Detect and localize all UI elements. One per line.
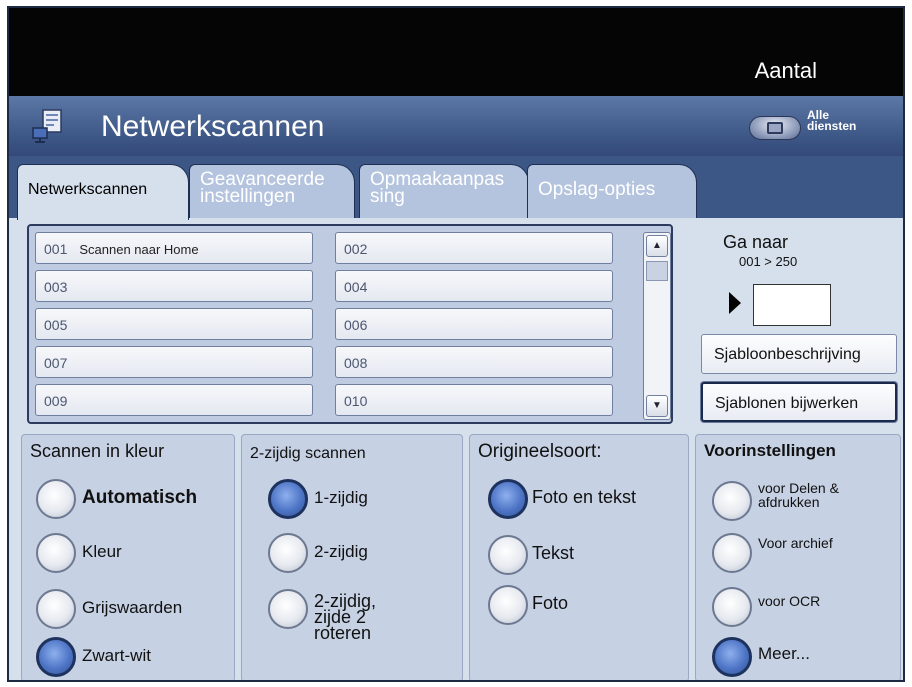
radio-button-icon — [36, 479, 76, 519]
scroll-down-button[interactable]: ▼ — [646, 395, 668, 417]
template-list-scrollbar[interactable]: ▲ ▼ — [643, 232, 671, 420]
arrow-down-icon: ▼ — [652, 400, 662, 411]
goto-range: 001 > 250 — [739, 254, 798, 269]
radio-black-white[interactable]: Zwart-wit — [22, 631, 234, 680]
radio-text[interactable]: Tekst — [470, 529, 688, 581]
pointer-arrow-icon — [729, 292, 741, 314]
radio-automatic[interactable]: Automatisch — [22, 473, 234, 525]
radio-one-sided[interactable]: 1-zijdig — [242, 473, 462, 525]
radio-grayscale[interactable]: Grijswaarden — [22, 583, 234, 635]
radio-photo-and-text[interactable]: Foto en tekst — [470, 473, 688, 525]
presets-title: Voorinstellingen — [704, 441, 836, 460]
title-bar: Netwerkscannen Alle diensten — [9, 96, 903, 156]
scan-screen: Aantal Netwerkscannen Alle diensten Netw… — [7, 6, 905, 682]
tab-filing-options[interactable]: Opslag-opties — [527, 164, 697, 218]
template-item[interactable]: 008 — [335, 346, 613, 378]
color-scanning-title: Scannen in kleur — [30, 441, 165, 461]
template-item[interactable]: 002 — [335, 232, 613, 264]
tab-network-scanning[interactable]: Netwerkscannen — [17, 164, 189, 220]
radio-preset-archive[interactable]: Voor archief — [696, 527, 900, 579]
radio-button-selected-icon — [488, 479, 528, 519]
template-item[interactable]: 005 — [35, 308, 313, 340]
goto-number-field[interactable] — [753, 284, 831, 326]
duplex-scanning-group: 2-zijdig scannen 1-zijdig 2-zijdig 2-zij… — [241, 434, 463, 680]
template-item[interactable]: 004 — [335, 270, 613, 302]
template-item[interactable]: 006 — [335, 308, 613, 340]
radio-button-icon — [268, 589, 308, 629]
radio-two-sided[interactable]: 2-zijdig — [242, 527, 462, 579]
radio-button-icon — [488, 585, 528, 625]
duplex-scanning-title: 2-zijdig scannen — [250, 445, 366, 462]
radio-color[interactable]: Kleur — [22, 527, 234, 579]
radio-photo[interactable]: Foto — [470, 579, 688, 631]
radio-preset-sharing-printing[interactable]: voor Delen & afdrukken — [696, 475, 900, 527]
presets-group: Voorinstellingen voor Delen & afdrukken … — [695, 434, 901, 680]
radio-button-selected-icon — [712, 637, 752, 677]
page-title: Netwerkscannen — [101, 110, 325, 143]
template-item[interactable]: 009 — [35, 384, 313, 416]
tab-layout-adjustment[interactable]: Opmaakaanpas sing — [359, 164, 529, 218]
radio-button-icon — [488, 535, 528, 575]
radio-button-icon — [268, 533, 308, 573]
scrollbar-thumb[interactable] — [646, 261, 668, 281]
original-type-title: Origineelsoort: — [478, 441, 602, 462]
network-scan-icon — [32, 109, 62, 143]
tab-advanced-settings[interactable]: Geavanceerde instellingen — [189, 164, 355, 218]
template-list: 001 Scannen naar Home 002 003 004 005 006… — [27, 224, 673, 424]
all-services-icon — [749, 116, 801, 140]
update-templates-button[interactable]: Sjablonen bijwerken — [701, 382, 897, 422]
all-services-label: Alle diensten — [807, 108, 857, 133]
radio-button-selected-icon — [268, 479, 308, 519]
top-status-bar: Aantal — [9, 8, 903, 96]
template-item[interactable]: 010 — [335, 384, 613, 416]
quantity-label: Aantal — [754, 58, 817, 83]
radio-preset-ocr[interactable]: voor OCR — [696, 581, 900, 633]
radio-button-selected-icon — [36, 637, 76, 677]
all-services-button[interactable]: Alle diensten — [737, 104, 887, 148]
tab-bar: Netwerkscannen Geavanceerde instellingen… — [9, 156, 903, 220]
radio-button-icon — [36, 589, 76, 629]
goto-label: Ga naar — [723, 232, 789, 252]
arrow-up-icon: ▲ — [652, 240, 662, 251]
original-type-group: Origineelsoort: Foto en tekst Tekst Foto — [469, 434, 689, 680]
template-item[interactable]: 003 — [35, 270, 313, 302]
template-description-button[interactable]: Sjabloonbeschrijving — [701, 334, 897, 374]
radio-button-icon — [712, 587, 752, 627]
radio-button-icon — [712, 533, 752, 573]
radio-two-sided-rotate[interactable]: 2-zijdig, zijde 2 roteren — [242, 583, 462, 663]
template-item[interactable]: 001 Scannen naar Home — [35, 232, 313, 264]
radio-button-icon — [712, 481, 752, 521]
scroll-up-button[interactable]: ▲ — [646, 235, 668, 257]
radio-preset-more[interactable]: Meer... — [696, 631, 900, 680]
radio-button-icon — [36, 533, 76, 573]
color-scanning-group: Scannen in kleur Automatisch Kleur Grijs… — [21, 434, 235, 680]
template-item[interactable]: 007 — [35, 346, 313, 378]
